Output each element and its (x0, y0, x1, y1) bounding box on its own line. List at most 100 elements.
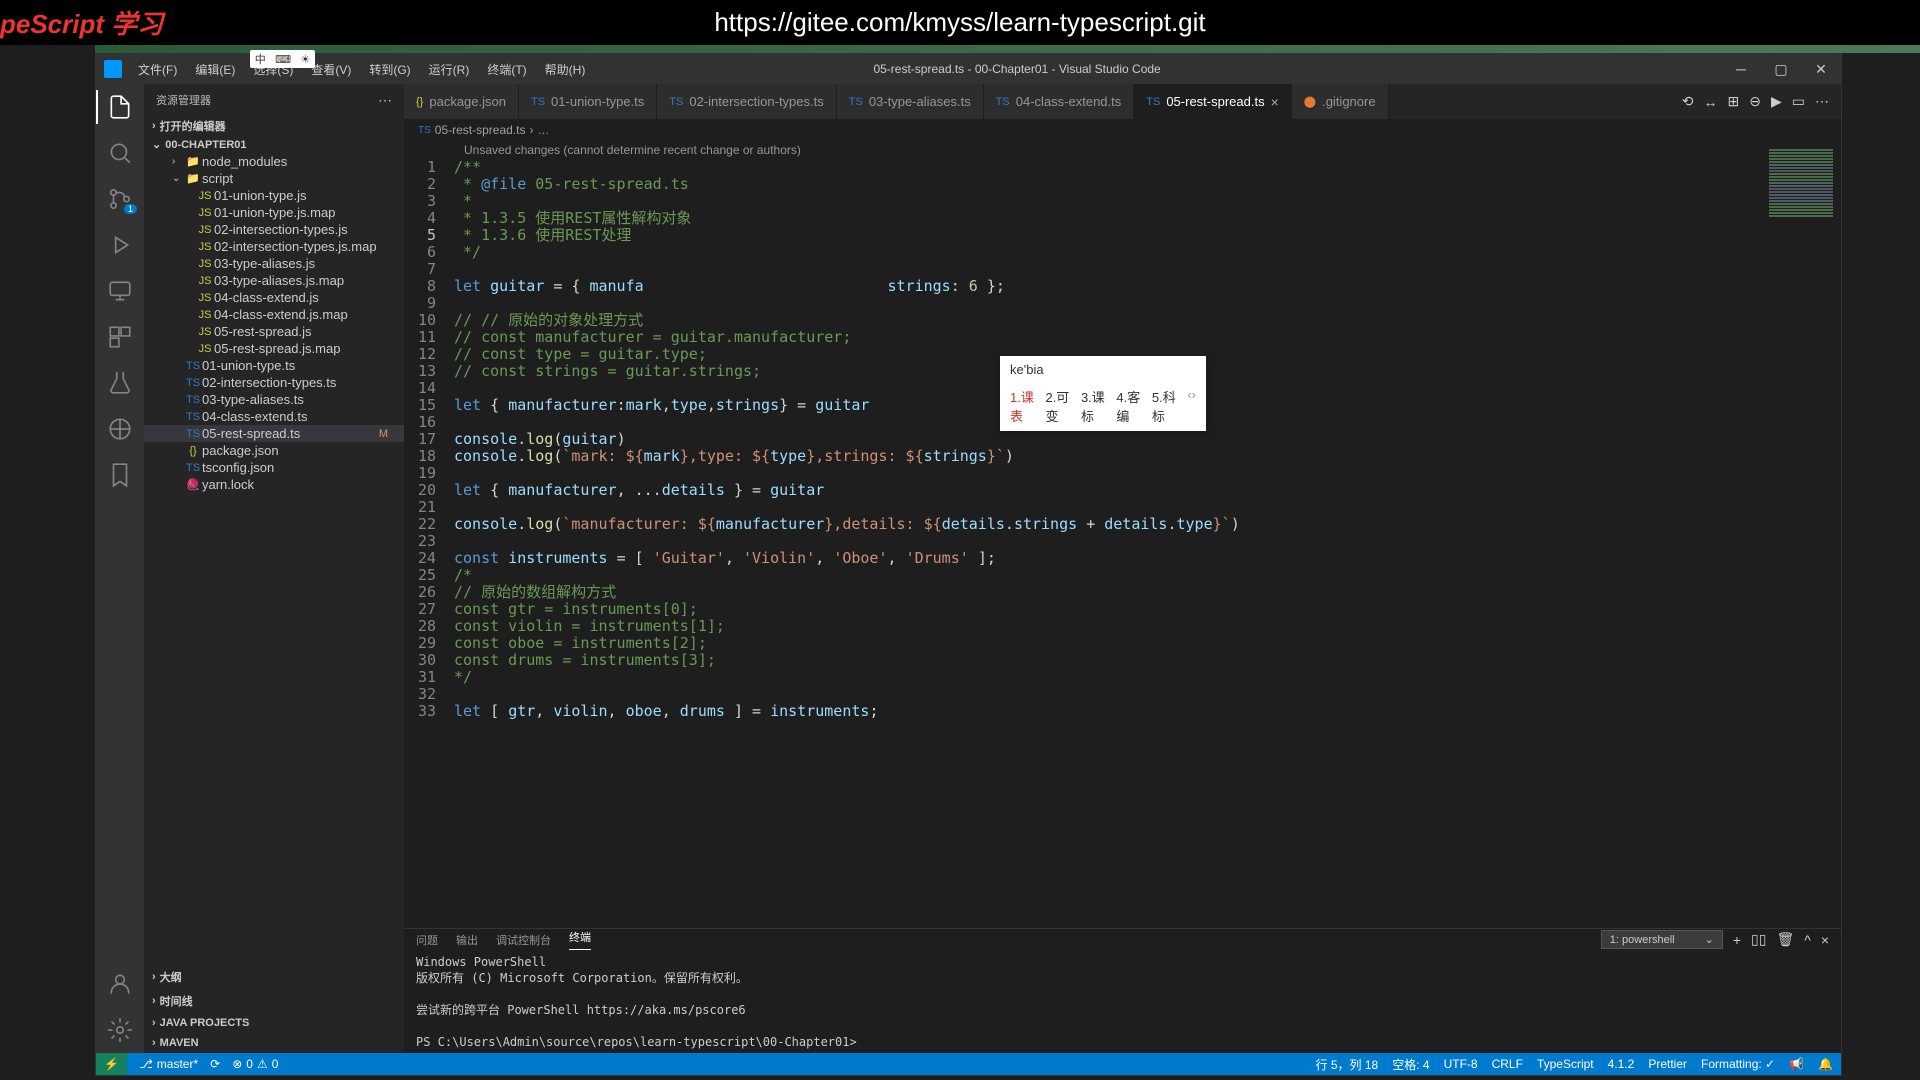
kill-terminal-icon[interactable]: 🗑 (1776, 931, 1794, 948)
account-icon[interactable] (107, 971, 133, 997)
encoding[interactable]: UTF-8 (1444, 1056, 1478, 1073)
minimap[interactable] (1761, 141, 1841, 928)
file-tree-item[interactable]: {}package.json (144, 442, 404, 459)
formatting-status[interactable]: Formatting: ✓ (1701, 1056, 1775, 1073)
close-button[interactable]: ✕ (1801, 61, 1841, 78)
feedback-icon[interactable]: 📢 (1789, 1056, 1804, 1073)
file-tree-item[interactable]: JS05-rest-spread.js.map (144, 340, 404, 357)
terminal-output[interactable]: Windows PowerShell版权所有 (C) Microsoft Cor… (404, 950, 1841, 1054)
remote-indicator[interactable]: ⚡ (96, 1053, 127, 1075)
search-icon[interactable] (107, 140, 133, 166)
live-share-icon[interactable] (107, 416, 133, 442)
tab-action-icon[interactable]: ⟲ (1682, 93, 1694, 110)
eol[interactable]: CRLF (1492, 1056, 1523, 1073)
ime-candidate[interactable]: 1.课表 (1010, 387, 1037, 425)
explorer-icon[interactable] (107, 94, 133, 120)
editor-tab[interactable]: TS03-type-aliases.ts (837, 84, 984, 119)
file-tree-item[interactable]: JS03-type-aliases.js (144, 255, 404, 272)
testing-icon[interactable] (107, 370, 133, 396)
file-tree-item[interactable]: TS01-union-type.ts (144, 357, 404, 374)
editor-tab[interactable]: TS04-class-extend.ts (984, 84, 1135, 119)
editor-tab[interactable]: TS05-rest-spread.ts× (1134, 84, 1292, 119)
file-tree-item[interactable]: JS02-intersection-types.js.map (144, 238, 404, 255)
breadcrumb-more[interactable]: … (537, 123, 549, 137)
file-tree-item[interactable]: ⌄📁script (144, 170, 404, 187)
indentation[interactable]: 空格: 4 (1392, 1056, 1429, 1073)
tab-action-icon[interactable]: ⊖ (1749, 93, 1761, 110)
editor-tab[interactable]: ⬤.gitignore (1292, 84, 1389, 119)
ime-candidate[interactable]: 4.客编 (1116, 387, 1143, 425)
maximize-button[interactable]: ▢ (1761, 61, 1801, 78)
menu-item[interactable]: 转到(G) (361, 57, 418, 82)
file-tree-item[interactable]: TStsconfig.json (144, 459, 404, 476)
ime-lang[interactable]: 中 (255, 51, 266, 67)
file-tree-item[interactable]: JS05-rest-spread.js (144, 323, 404, 340)
file-tree-item[interactable]: 🧶yarn.lock (144, 476, 404, 493)
maximize-panel-icon[interactable]: ^ (1804, 932, 1811, 948)
new-terminal-icon[interactable]: + (1733, 932, 1741, 948)
minimize-button[interactable]: ─ (1721, 61, 1761, 78)
sidebar-more-icon[interactable]: ⋯ (378, 92, 392, 109)
file-tree-item[interactable]: JS04-class-extend.js.map (144, 306, 404, 323)
ime-candidate[interactable]: 2.可变 (1045, 387, 1072, 425)
git-branch[interactable]: ⎇ master* (139, 1057, 198, 1071)
problems-indicator[interactable]: ⊗ 0 ⚠ 0 (232, 1057, 278, 1071)
split-terminal-icon[interactable]: ▯▯ (1751, 931, 1766, 948)
source-control-icon[interactable]: 1 (107, 186, 133, 212)
close-panel-icon[interactable]: × (1821, 932, 1829, 948)
menu-item[interactable]: 运行(R) (421, 57, 478, 82)
breadcrumb-file[interactable]: 05-rest-spread.ts (435, 123, 526, 137)
tab-action-icon[interactable]: ↔ (1704, 94, 1718, 110)
ime-sun-icon[interactable]: ☀ (300, 53, 310, 66)
sidebar-section[interactable]: ›时间线 (144, 989, 404, 1013)
bell-icon[interactable]: 🔔 (1818, 1056, 1833, 1073)
sidebar-section[interactable]: ›MAVEN (144, 1033, 404, 1053)
sidebar-section[interactable]: ›JAVA PROJECTS (144, 1013, 404, 1033)
code-editor[interactable]: 1/**2 * @file 05-rest-spread.ts3 *4 * 1.… (404, 159, 1841, 720)
file-tree-item[interactable]: JS01-union-type.js.map (144, 204, 404, 221)
file-tree-item[interactable]: TS04-class-extend.ts (144, 408, 404, 425)
menu-item[interactable]: 编辑(E) (187, 57, 243, 82)
file-tree-item[interactable]: TS02-intersection-types.ts (144, 374, 404, 391)
extensions-icon[interactable] (107, 324, 133, 350)
panel-tab[interactable]: 问题 (416, 932, 438, 948)
file-tree-item[interactable]: JS02-intersection-types.js (144, 221, 404, 238)
panel-tab[interactable]: 输出 (456, 932, 478, 948)
ime-language-bar[interactable]: 中 ⌨ ☀ (250, 50, 315, 68)
panel-tab[interactable]: 调试控制台 (496, 932, 551, 948)
language-mode[interactable]: TypeScript (1537, 1056, 1594, 1073)
open-editors-section[interactable]: 打开的编辑器 (160, 118, 226, 134)
panel-tab[interactable]: 终端 (569, 929, 591, 950)
editor-tab[interactable]: {}package.json (404, 84, 519, 119)
sync-button[interactable]: ⟳ (210, 1057, 220, 1071)
file-tree-item[interactable]: TS03-type-aliases.ts (144, 391, 404, 408)
file-tree-item[interactable]: JS03-type-aliases.js.map (144, 272, 404, 289)
menu-item[interactable]: 文件(F) (130, 57, 185, 82)
ts-version[interactable]: 4.1.2 (1608, 1056, 1635, 1073)
bookmark-icon[interactable] (107, 462, 133, 488)
sidebar-section[interactable]: ›大纲 (144, 965, 404, 989)
run-debug-icon[interactable] (107, 232, 133, 258)
tab-action-icon[interactable]: ▶ (1771, 93, 1782, 110)
tab-close-icon[interactable]: × (1271, 94, 1279, 110)
terminal-selector[interactable]: 1: powershell⌄ (1601, 930, 1723, 949)
menu-item[interactable]: 终端(T) (479, 57, 534, 82)
tab-action-icon[interactable]: ⊞ (1728, 93, 1740, 110)
ime-candidate-popup[interactable]: ke'bia 1.课表2.可变3.课标4.客编5.科标‹› (1000, 356, 1206, 431)
prettier-status[interactable]: Prettier (1648, 1056, 1687, 1073)
file-tree-item[interactable]: ›📁node_modules (144, 153, 404, 170)
menu-item[interactable]: 帮助(H) (537, 57, 594, 82)
editor-tab[interactable]: TS01-union-type.ts (519, 84, 657, 119)
remote-icon[interactable] (107, 278, 133, 304)
tab-action-icon[interactable]: ⋯ (1815, 93, 1829, 110)
breadcrumb[interactable]: TS 05-rest-spread.ts › … (404, 119, 1841, 141)
file-tree-item[interactable]: JS04-class-extend.js (144, 289, 404, 306)
ime-candidate[interactable]: 3.课标 (1081, 387, 1108, 425)
cursor-position[interactable]: 行 5，列 18 (1316, 1056, 1379, 1073)
file-tree-item[interactable]: JS01-union-type.js (144, 187, 404, 204)
ime-candidate[interactable]: 5.科标 (1152, 387, 1179, 425)
ime-kbd-icon[interactable]: ⌨ (275, 53, 291, 66)
editor-tab[interactable]: TS02-intersection-types.ts (657, 84, 836, 119)
project-name[interactable]: 00-CHAPTER01 (165, 139, 246, 151)
tab-action-icon[interactable]: ▭ (1792, 93, 1805, 110)
